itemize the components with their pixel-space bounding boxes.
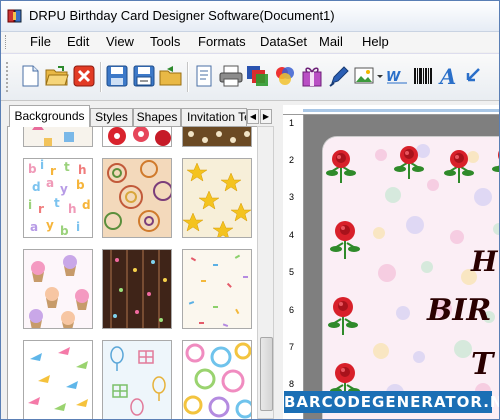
svg-text:i: i xyxy=(40,159,44,172)
background-thumb-9[interactable] xyxy=(182,249,252,329)
window-title: DRPU Birthday Card Designer Software(Doc… xyxy=(29,8,335,23)
new-document-icon[interactable] xyxy=(18,64,42,88)
birthday-card[interactable]: H BIR T xyxy=(323,137,499,419)
save-icon[interactable] xyxy=(105,64,129,88)
card-heading-line-2[interactable]: BIR xyxy=(427,293,491,328)
toolbar-separator xyxy=(187,62,189,92)
background-thumb-4[interactable]: birth dayb irthd aybi xyxy=(23,158,93,238)
ruler-number: 2 xyxy=(289,155,295,165)
svg-text:h: h xyxy=(68,202,77,216)
svg-text:A: A xyxy=(438,64,456,88)
svg-text:i: i xyxy=(28,198,32,212)
scrollbar-thumb[interactable] xyxy=(260,337,273,411)
background-thumb-1[interactable] xyxy=(23,127,93,147)
toolbar-separator xyxy=(100,62,102,92)
wordart-icon[interactable]: W xyxy=(385,64,409,88)
barcode-icon[interactable] xyxy=(411,64,435,88)
svg-text:t: t xyxy=(64,160,70,174)
ruler-number: 6 xyxy=(289,305,295,315)
svg-text:b: b xyxy=(76,178,85,192)
svg-text:y: y xyxy=(60,182,68,196)
svg-text:d: d xyxy=(32,180,41,194)
svg-text:b: b xyxy=(60,224,69,238)
layers-icon[interactable] xyxy=(246,64,270,88)
svg-text:b: b xyxy=(28,162,37,176)
background-thumb-2[interactable] xyxy=(102,127,172,147)
title-bar[interactable]: DRPU Birthday Card Designer Software(Doc… xyxy=(1,1,499,32)
background-thumb-11[interactable] xyxy=(102,340,172,419)
vertical-ruler: 1 2 3 4 5 6 7 8 xyxy=(283,115,304,419)
ruler-number: 8 xyxy=(289,379,295,389)
tab-backgrounds[interactable]: Backgrounds xyxy=(9,105,90,127)
menu-grip xyxy=(5,35,9,49)
svg-text:h: h xyxy=(78,163,87,177)
svg-text:d: d xyxy=(82,198,91,212)
ruler-number: 4 xyxy=(289,230,295,240)
ruler-number: 7 xyxy=(289,342,295,352)
menu-help[interactable]: Help xyxy=(362,34,389,49)
menu-view[interactable]: View xyxy=(106,34,134,49)
svg-text:a: a xyxy=(46,176,54,190)
tab-invitation-text[interactable]: Invitation Te xyxy=(181,108,247,126)
background-thumb-3[interactable] xyxy=(182,127,252,147)
panel-tabs: Backgrounds Styles Shapes Invitation Te … xyxy=(7,105,275,127)
left-panel: Backgrounds Styles Shapes Invitation Te … xyxy=(7,105,275,419)
backgrounds-gallery: birth dayb irthd aybi xyxy=(7,126,259,419)
svg-text:a: a xyxy=(30,220,38,234)
design-canvas-area[interactable]: 1 2 3 4 5 6 7 8 H BIR T xyxy=(283,105,499,419)
background-thumb-12[interactable] xyxy=(182,340,252,419)
tab-scroll-left-button[interactable]: ◀ xyxy=(247,109,259,124)
svg-text:y: y xyxy=(46,218,54,232)
pen-icon[interactable] xyxy=(327,64,351,88)
menu-file[interactable]: File xyxy=(30,34,51,49)
ruler-number: 3 xyxy=(289,192,295,202)
tab-styles[interactable]: Styles xyxy=(90,108,133,126)
ruler-number: 1 xyxy=(289,118,295,128)
save-as-icon[interactable] xyxy=(132,64,156,88)
background-thumb-8[interactable] xyxy=(102,249,172,329)
ruler-number: 5 xyxy=(289,267,295,277)
export-folder-icon[interactable] xyxy=(159,64,183,88)
app-window: DRPU Birthday Card Designer Software(Doc… xyxy=(0,0,500,420)
background-thumb-10[interactable] xyxy=(23,340,93,419)
card-heading-line-1[interactable]: H xyxy=(471,245,497,278)
text-icon[interactable]: A xyxy=(436,64,460,88)
menu-tools[interactable]: Tools xyxy=(150,34,180,49)
document-properties-icon[interactable] xyxy=(192,64,216,88)
menu-bar: File Edit View Tools Formats DataSet Mai… xyxy=(1,32,499,52)
watermark-banner: BARCODEGENERATOR.NET xyxy=(284,391,499,413)
tab-scroll-right-button[interactable]: ▶ xyxy=(260,109,272,124)
background-thumb-5[interactable] xyxy=(102,158,172,238)
card-heading-line-3[interactable]: T xyxy=(471,347,493,382)
gift-icon[interactable] xyxy=(300,64,324,88)
close-icon[interactable] xyxy=(72,64,96,88)
menu-mail[interactable]: Mail xyxy=(319,34,343,49)
menu-edit[interactable]: Edit xyxy=(67,34,89,49)
color-palette-icon[interactable] xyxy=(273,64,297,88)
arrow-icon[interactable] xyxy=(462,64,486,88)
background-thumb-7[interactable] xyxy=(23,249,93,329)
toolbar: W A xyxy=(1,53,499,101)
menu-formats[interactable]: Formats xyxy=(198,34,246,49)
background-thumb-6[interactable] xyxy=(182,158,252,238)
svg-text:i: i xyxy=(76,220,80,234)
gallery-vertical-scrollbar[interactable] xyxy=(257,126,274,419)
svg-text:r: r xyxy=(38,202,44,216)
menu-dataset[interactable]: DataSet xyxy=(260,34,307,49)
picture-icon[interactable] xyxy=(354,64,384,88)
tab-shapes[interactable]: Shapes xyxy=(133,108,181,126)
svg-text:t: t xyxy=(54,196,60,210)
print-icon[interactable] xyxy=(219,64,243,88)
horizontal-ruler xyxy=(283,105,499,115)
toolbar-grip xyxy=(6,62,11,92)
open-folder-icon[interactable] xyxy=(45,64,69,88)
app-icon xyxy=(7,9,22,23)
